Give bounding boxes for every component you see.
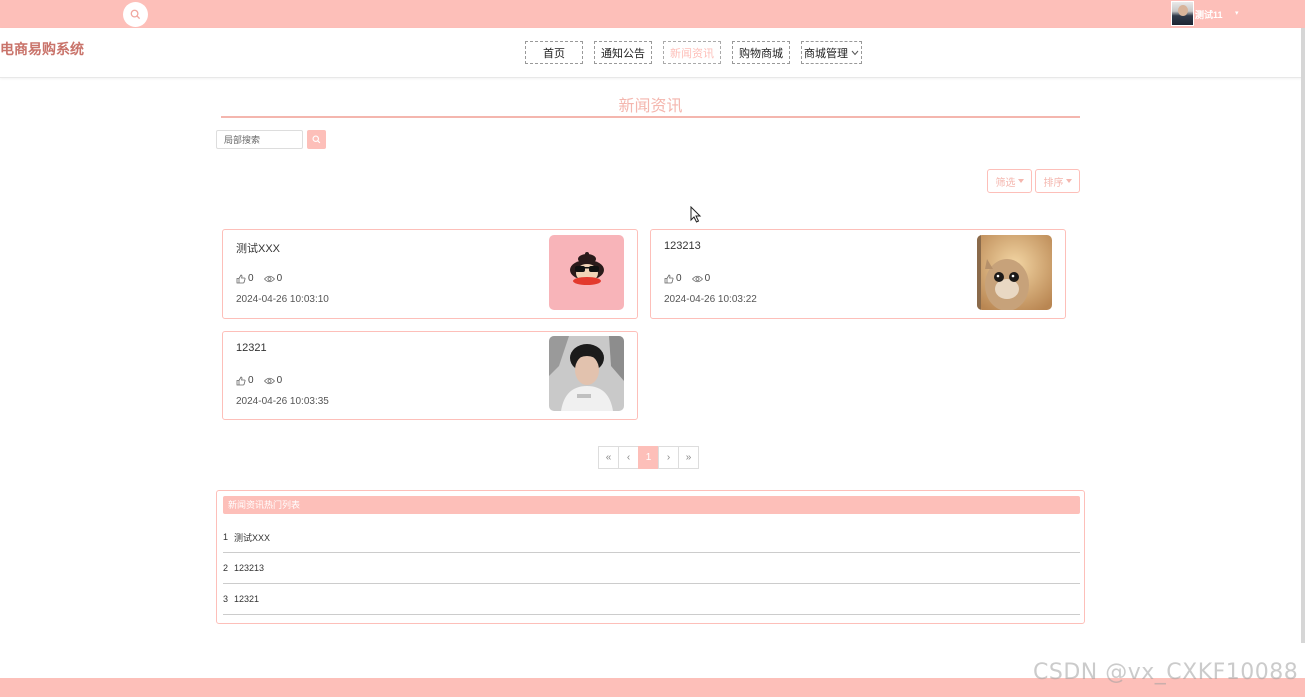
hot-item-title[interactable]: 测试XXX [234, 531, 270, 544]
watermark: CSDN @vx_CXKF10088 [1033, 660, 1299, 685]
news-card-time: 2024-04-26 10:03:10 [236, 294, 329, 305]
news-card-image[interactable] [549, 235, 624, 310]
nav-shop-admin[interactable]: 商城管理 [801, 41, 862, 64]
search-icon [130, 9, 141, 20]
page-prev-button[interactable]: ‹ [618, 446, 639, 469]
likes-count: 0 [248, 273, 254, 284]
thumbs-up-icon[interactable] [664, 274, 674, 284]
news-card-stats: 0 0 [664, 273, 716, 284]
cat-photo-image [977, 235, 1052, 310]
views-count: 0 [276, 375, 283, 386]
mouse-cursor-icon [690, 206, 702, 223]
likes-count: 0 [248, 375, 254, 386]
header: 电商易购系统 首页 通知公告 新闻资讯 购物商城 商城管理 [0, 28, 1305, 78]
page-last-button[interactable]: » [678, 446, 699, 469]
site-brand[interactable]: 电商易购系统 [0, 39, 84, 59]
hot-item-title[interactable]: 123213 [234, 563, 264, 573]
news-card-title[interactable]: 123213 [664, 240, 701, 252]
news-card-stats: 0 0 [236, 273, 288, 284]
caret-down-icon [1017, 179, 1024, 183]
thumbs-up-icon[interactable] [236, 274, 246, 284]
nav-notices[interactable]: 通知公告 [594, 41, 652, 64]
monkey-cartoon-image [549, 235, 624, 310]
caret-down-icon [1065, 179, 1072, 183]
hot-list-panel: 新闻资讯热门列表 1 测试XXX 2 123213 3 12321 [216, 490, 1085, 624]
hot-item-rank: 1 [223, 532, 229, 542]
hot-list-item[interactable]: 1 测试XXX [223, 522, 1080, 553]
news-card-time: 2024-04-26 10:03:22 [664, 294, 757, 305]
nav-shop-admin-label: 商城管理 [804, 47, 848, 60]
user-menu-caret-icon[interactable]: ▾ [1235, 9, 1239, 17]
nav-shop[interactable]: 购物商城 [732, 41, 790, 64]
news-card-title[interactable]: 12321 [236, 342, 267, 354]
hot-list-item[interactable]: 2 123213 [223, 553, 1080, 584]
nav-home[interactable]: 首页 [525, 41, 583, 64]
nav-notices-label: 通知公告 [601, 47, 645, 60]
news-card-title[interactable]: 测试XXX [236, 240, 280, 256]
search-icon [312, 135, 321, 144]
hot-item-rank: 2 [223, 563, 229, 573]
top-search-button[interactable] [123, 2, 148, 27]
nav-news[interactable]: 新闻资讯 [663, 41, 721, 64]
news-card[interactable]: 12321 0 0 2024-04-26 10:03:35 [222, 331, 638, 420]
news-card-image[interactable] [977, 235, 1052, 310]
pagination: « ‹ 1 › » [598, 446, 699, 469]
hot-list-item[interactable]: 3 12321 [223, 584, 1080, 615]
page-current-button[interactable]: 1 [638, 446, 659, 469]
local-search-input[interactable] [216, 130, 303, 149]
news-card-image[interactable] [549, 336, 624, 411]
views-count: 0 [704, 273, 711, 284]
sort-dropdown[interactable]: 排序 [1035, 169, 1080, 193]
thumbs-up-icon[interactable] [236, 376, 246, 386]
likes-count: 0 [676, 273, 682, 284]
page-scrollbar[interactable] [1301, 28, 1305, 643]
nav-shop-label: 购物商城 [739, 47, 783, 60]
filter-dropdown[interactable]: 筛选 [987, 169, 1032, 193]
eye-icon [263, 275, 275, 282]
hot-item-title[interactable]: 12321 [234, 594, 259, 604]
filter-label: 筛选 [995, 177, 1016, 189]
nav-home-label: 首页 [543, 47, 565, 60]
user-avatar[interactable] [1171, 1, 1194, 26]
eye-icon [263, 377, 275, 384]
eye-icon [691, 275, 703, 282]
news-card[interactable]: 123213 0 0 2024-04-26 10:03:22 [650, 229, 1066, 319]
page-title: 新闻资讯 [618, 98, 683, 115]
page-next-button[interactable]: › [658, 446, 679, 469]
chevron-down-icon [851, 50, 859, 55]
news-card-time: 2024-04-26 10:03:35 [236, 396, 329, 407]
hot-list-title: 新闻资讯热门列表 [223, 496, 1080, 514]
page-first-button[interactable]: « [598, 446, 619, 469]
news-card-stats: 0 0 [236, 375, 288, 386]
top-bar: 测试11 ▾ [0, 0, 1305, 28]
person-photo-image [549, 336, 624, 411]
title-divider [221, 116, 1080, 118]
views-count: 0 [276, 273, 283, 284]
hot-item-rank: 3 [223, 594, 229, 604]
sort-label: 排序 [1043, 177, 1064, 189]
local-search-button[interactable] [307, 130, 326, 149]
user-name[interactable]: 测试11 [1195, 8, 1223, 21]
news-card[interactable]: 测试XXX 0 0 2024-04-26 10:03:10 [222, 229, 638, 319]
nav-news-label: 新闻资讯 [670, 47, 714, 60]
